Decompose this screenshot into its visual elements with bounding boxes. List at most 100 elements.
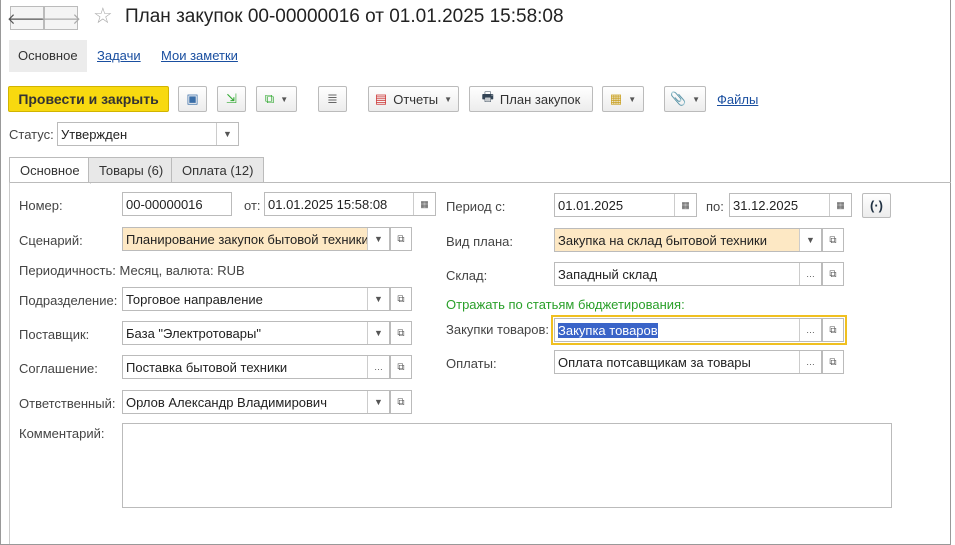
- period-from-value: 01.01.2025: [558, 197, 624, 213]
- reports-button[interactable]: ▤ Отчеты ▼: [368, 86, 459, 112]
- chevron-down-icon: ▼: [628, 94, 637, 104]
- chevron-down-icon: ▼: [280, 94, 289, 104]
- reports-label: Отчеты: [393, 91, 439, 107]
- period-select-button[interactable]: (·): [862, 193, 891, 218]
- scenario-value: Планирование закупок бытовой техники: [126, 231, 369, 247]
- open-icon: ⧉: [829, 324, 837, 336]
- document-clock-icon: ▦: [609, 91, 623, 106]
- warehouse-field[interactable]: Западный склад…: [554, 262, 822, 286]
- responsible-field[interactable]: Орлов Александр Владимирович ▼: [122, 390, 390, 414]
- tab-notes[interactable]: Мои заметки: [152, 40, 247, 72]
- periodicity-text: Периодичность: Месяц, валюта: RUB: [19, 263, 245, 278]
- status-label: Статус:: [9, 127, 54, 142]
- date-field[interactable]: 01.01.2025 15:58:08 ▦: [264, 192, 436, 216]
- chevron-down-icon[interactable]: ▼: [367, 322, 389, 344]
- structure-button[interactable]: ≣: [318, 86, 347, 112]
- agreement-field[interactable]: Поставка бытовой техники…: [122, 355, 390, 379]
- warehouse-open-button[interactable]: ⧉: [822, 262, 844, 286]
- select-ellipsis-icon[interactable]: …: [799, 319, 821, 341]
- open-icon: ⧉: [829, 268, 837, 280]
- number-label: Номер:: [19, 198, 63, 213]
- payments-field[interactable]: Оплата потсавщикам за товары …: [554, 350, 822, 374]
- purchases-field[interactable]: Закупка товаров …: [554, 318, 822, 342]
- chevron-down-icon[interactable]: ▼: [367, 391, 389, 413]
- payments-value: Оплата потсавщикам за товары: [558, 354, 751, 370]
- open-icon: ⧉: [397, 361, 405, 373]
- agreement-open-button[interactable]: ⧉: [390, 355, 412, 379]
- document-actions-button[interactable]: ▦ ▼: [602, 86, 644, 112]
- favorite-star-icon[interactable]: ☆: [93, 3, 113, 29]
- open-icon: ⧉: [829, 234, 837, 246]
- open-icon: ⧉: [397, 396, 405, 408]
- period-from-field[interactable]: 01.01.2025 ▦: [554, 193, 697, 217]
- status-select[interactable]: Утвержден ▼: [57, 122, 239, 146]
- responsible-value: Орлов Александр Владимирович: [126, 394, 327, 410]
- window-title: План закупок 00-00000016 от 01.01.2025 1…: [125, 6, 564, 27]
- status-value: Утвержден: [61, 126, 128, 142]
- chevron-down-icon[interactable]: ▼: [367, 288, 389, 310]
- period-to-field[interactable]: 31.12.2025 ▦: [729, 193, 852, 217]
- calendar-icon[interactable]: ▦: [413, 193, 435, 215]
- agreement-label: Соглашение:: [19, 361, 98, 376]
- supplier-value: База "Электротовары": [126, 325, 261, 341]
- plan-type-value: Закупка на склад бытовой техники: [558, 232, 767, 248]
- period-to-value: 31.12.2025: [733, 197, 799, 213]
- purchases-label: Закупки товаров:: [446, 322, 550, 337]
- tab-tasks[interactable]: Задачи: [88, 40, 150, 72]
- report-icon: ▤: [374, 91, 388, 106]
- print-plan-button[interactable]: 🖶 План закупок: [469, 86, 593, 112]
- save-button[interactable]: ▣: [178, 86, 207, 112]
- form-tab-goods[interactable]: Товары (6): [88, 157, 175, 183]
- purchases-value: Закупка товаров: [558, 322, 658, 338]
- comment-textarea[interactable]: [122, 423, 892, 508]
- files-link[interactable]: Файлы: [717, 92, 758, 107]
- post-document-icon: ⇲: [226, 91, 237, 106]
- scenario-open-button[interactable]: ⧉: [390, 227, 412, 251]
- division-open-button[interactable]: ⧉: [390, 287, 412, 311]
- supplier-open-button[interactable]: ⧉: [390, 321, 412, 345]
- chevron-down-icon[interactable]: ▼: [367, 228, 389, 250]
- open-icon: ⧉: [829, 356, 837, 368]
- plan-type-field[interactable]: Закупка на склад бытовой техники ▼: [554, 228, 822, 252]
- select-ellipsis-icon[interactable]: …: [799, 263, 821, 285]
- save-icon: ▣: [186, 91, 199, 106]
- post-and-close-button[interactable]: Провести и закрыть: [8, 86, 169, 112]
- division-value: Торговое направление: [126, 291, 263, 307]
- attach-button[interactable]: 📎 ▼: [664, 86, 706, 112]
- supplier-label: Поставщик:: [19, 327, 90, 342]
- division-label: Подразделение:: [19, 293, 118, 308]
- payments-open-button[interactable]: ⧉: [822, 350, 844, 374]
- number-field[interactable]: 00-00000016: [122, 192, 232, 216]
- tab-main[interactable]: Основное: [9, 40, 87, 72]
- open-icon: ⧉: [397, 327, 405, 339]
- chevron-down-icon[interactable]: ▼: [216, 123, 238, 145]
- division-field[interactable]: Торговое направление ▼: [122, 287, 390, 311]
- chevron-down-icon: ▼: [444, 94, 453, 104]
- post-button[interactable]: ⇲: [217, 86, 246, 112]
- paperclip-icon: 📎: [669, 91, 687, 106]
- back-button[interactable]: 🡐: [7, 6, 47, 30]
- select-ellipsis-icon[interactable]: …: [799, 351, 821, 373]
- forward-button[interactable]: 🡒: [41, 6, 81, 30]
- scenario-label: Сценарий:: [19, 233, 83, 248]
- open-icon: ⧉: [397, 233, 405, 245]
- chevron-down-icon[interactable]: ▼: [799, 229, 821, 251]
- supplier-field[interactable]: База "Электротовары" ▼: [122, 321, 390, 345]
- budget-heading: Отражать по статьям бюджетирования:: [446, 297, 685, 312]
- calendar-icon[interactable]: ▦: [829, 194, 851, 216]
- purchases-open-button[interactable]: ⧉: [822, 318, 844, 342]
- scenario-field[interactable]: Планирование закупок бытовой техники ▼: [122, 227, 390, 251]
- period-arrows-icon: (·): [870, 198, 883, 213]
- create-based-on-button[interactable]: ⧉ ▼: [256, 86, 297, 112]
- calendar-icon[interactable]: ▦: [674, 194, 696, 216]
- responsible-open-button[interactable]: ⧉: [390, 390, 412, 414]
- plan-type-open-button[interactable]: ⧉: [822, 228, 844, 252]
- form-tab-main[interactable]: Основное: [9, 157, 91, 184]
- period-from-label: Период с:: [446, 199, 506, 214]
- payments-label: Оплаты:: [446, 356, 497, 371]
- responsible-label: Ответственный:: [19, 396, 116, 411]
- form-tab-payment[interactable]: Оплата (12): [171, 157, 265, 183]
- select-ellipsis-icon[interactable]: …: [367, 356, 389, 378]
- chevron-down-icon: ▼: [692, 94, 701, 104]
- create-based-icon: ⧉: [264, 91, 275, 106]
